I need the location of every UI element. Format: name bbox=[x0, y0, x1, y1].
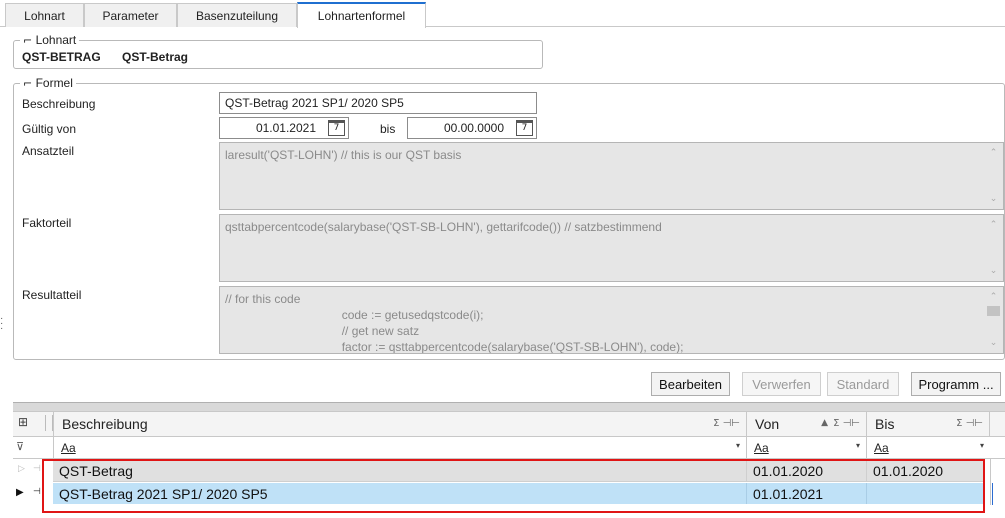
column-chooser-icon[interactable]: ⊞ bbox=[18, 415, 36, 431]
gueltig-bis-input[interactable]: 00.00.0000 7 bbox=[407, 117, 537, 139]
grid-group-panel bbox=[13, 402, 1005, 411]
faktorteil-label: Faktorteil bbox=[22, 216, 72, 230]
gueltig-von-value: 01.01.2021 bbox=[255, 121, 316, 135]
splitter-handle[interactable]: · · · bbox=[0, 314, 4, 334]
dropdown-icon[interactable]: ▾ bbox=[980, 441, 984, 450]
filter-text: Aa bbox=[874, 441, 889, 455]
formel-legend: ⌐ Formel bbox=[20, 76, 76, 90]
column-header-beschreibung[interactable]: Beschreibung Σ ⊣⊢ bbox=[53, 411, 746, 437]
resultatteil-scrollbar[interactable]: ⌃ ⌄ bbox=[985, 288, 1002, 352]
grid-right-border bbox=[990, 459, 991, 505]
lohnart-code: QST-BETRAG bbox=[22, 50, 101, 64]
calendar-icon[interactable]: 7 bbox=[328, 120, 345, 136]
scroll-down-icon[interactable]: ⌄ bbox=[985, 264, 1002, 278]
filter-beschreibung[interactable]: Aa ▾ bbox=[53, 437, 746, 459]
bis-label: bis bbox=[380, 122, 396, 136]
sum-pin-icon[interactable]: Σ ⊣⊢ bbox=[956, 418, 983, 429]
ansatzteil-label: Ansatzteil bbox=[22, 144, 75, 158]
gueltig-von-label: Gültig von bbox=[22, 122, 77, 136]
tab-lohnartenformel[interactable]: Lohnartenformel bbox=[297, 2, 426, 28]
standard-button[interactable]: Standard bbox=[827, 372, 899, 396]
bearbeiten-button[interactable]: Bearbeiten bbox=[651, 372, 730, 396]
gueltig-von-input[interactable]: 01.01.2021 7 bbox=[219, 117, 349, 139]
tab-parameter[interactable]: Parameter bbox=[84, 3, 177, 27]
column-header-label: Von bbox=[755, 416, 780, 432]
resultatteil-memo[interactable]: // for this code code := getusedqstcode(… bbox=[219, 286, 1004, 354]
column-header-label: Beschreibung bbox=[62, 416, 148, 432]
scroll-up-icon[interactable]: ⌃ bbox=[985, 146, 1002, 160]
scroll-down-icon[interactable]: ⌄ bbox=[985, 336, 1002, 350]
faktorteil-text: qsttabpercentcode(salarybase('QST-SB-LOH… bbox=[225, 220, 662, 234]
scroll-down-icon[interactable]: ⌄ bbox=[985, 192, 1002, 206]
tab-basenzuteilung[interactable]: Basenzuteilung bbox=[177, 3, 297, 27]
resultatteil-label: Resultatteil bbox=[22, 288, 82, 302]
verwerfen-button[interactable]: Verwerfen bbox=[742, 372, 821, 396]
programm-button[interactable]: Programm ... bbox=[911, 372, 1001, 396]
column-header-von[interactable]: Von ▲ Σ ⊣⊢ bbox=[746, 411, 866, 437]
lohnart-name: QST-Betrag bbox=[122, 50, 189, 64]
row-focus-edge bbox=[992, 483, 993, 505]
sum-pin-icon[interactable]: Σ ⊣⊢ bbox=[713, 418, 740, 429]
filter-von[interactable]: Aa ▾ bbox=[746, 437, 866, 459]
filter-bis[interactable]: Aa ▾ bbox=[866, 437, 990, 459]
scroll-up-icon[interactable]: ⌃ bbox=[985, 218, 1002, 232]
lohnart-legend: ⌐ Lohnart bbox=[20, 33, 80, 47]
ansatzteil-memo[interactable]: laresult('QST-LOHN') // this is our QST … bbox=[219, 142, 1004, 210]
filter-text: Aa bbox=[754, 441, 769, 455]
filter-icon[interactable]: ⊽ bbox=[16, 440, 24, 453]
faktorteil-memo[interactable]: qsttabpercentcode(salarybase('QST-SB-LOH… bbox=[219, 214, 1004, 282]
column-header-bis[interactable]: Bis Σ ⊣⊢ bbox=[866, 411, 990, 437]
current-row-marker: ▶ bbox=[16, 487, 24, 498]
gueltig-bis-value: 00.00.0000 bbox=[443, 121, 504, 135]
sum-pin-icon[interactable]: Σ ⊣⊢ bbox=[833, 418, 860, 429]
scroll-thumb[interactable] bbox=[987, 306, 1000, 316]
ansatzteil-scrollbar[interactable]: ⌃ ⌄ bbox=[985, 144, 1002, 208]
resultatteil-text: // for this code code := getusedqstcode(… bbox=[225, 292, 684, 354]
scroll-up-icon[interactable]: ⌃ bbox=[985, 290, 1002, 304]
filter-text: Aa bbox=[61, 441, 76, 455]
calendar-icon[interactable]: 7 bbox=[516, 120, 533, 136]
beschreibung-input[interactable]: QST-Betrag 2021 SP1/ 2020 SP5 bbox=[219, 92, 537, 114]
highlight-box bbox=[42, 459, 985, 513]
dropdown-icon[interactable]: ▾ bbox=[736, 441, 740, 450]
faktorteil-scrollbar[interactable]: ⌃ ⌄ bbox=[985, 216, 1002, 280]
tab-lohnart[interactable]: Lohnart bbox=[5, 3, 84, 27]
column-header-label: Bis bbox=[875, 416, 895, 432]
beschreibung-label: Beschreibung bbox=[22, 97, 96, 111]
header-separator bbox=[45, 415, 53, 431]
sort-ascending-icon: ▲ bbox=[821, 418, 828, 428]
dropdown-icon[interactable]: ▾ bbox=[856, 441, 860, 450]
ansatzteil-text: laresult('QST-LOHN') // this is our QST … bbox=[225, 148, 462, 162]
